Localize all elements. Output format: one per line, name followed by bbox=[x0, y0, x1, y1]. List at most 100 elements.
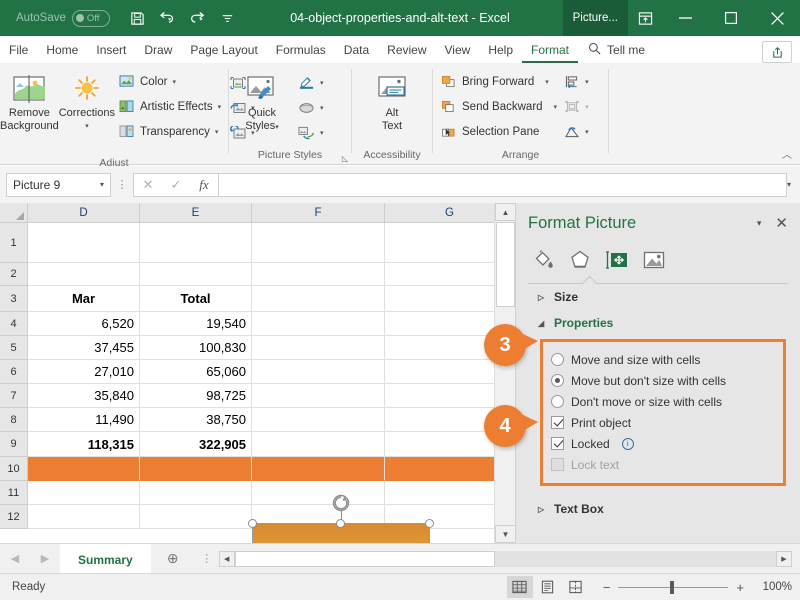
chevron-down-icon[interactable]: ▾ bbox=[215, 128, 219, 136]
row-header-4[interactable]: 4 bbox=[0, 312, 28, 336]
row-header-11[interactable]: 11 bbox=[0, 481, 28, 505]
selection-pane-button[interactable]: Selection Pane bbox=[437, 119, 560, 144]
info-icon[interactable]: i bbox=[621, 437, 634, 450]
redo-icon[interactable] bbox=[184, 5, 212, 31]
cell-E2[interactable] bbox=[140, 263, 252, 286]
chevron-down-icon[interactable]: ▾ bbox=[172, 78, 176, 86]
normal-view-icon[interactable] bbox=[506, 576, 533, 598]
chevron-down-icon[interactable]: ▾ bbox=[545, 78, 549, 86]
cell-F2[interactable] bbox=[252, 263, 385, 286]
cell-D10[interactable] bbox=[28, 457, 140, 481]
cell-D4[interactable]: 6,520 bbox=[28, 312, 140, 336]
cell-E8[interactable]: 38,750 bbox=[140, 408, 252, 432]
picture-border-button[interactable]: ▾ bbox=[295, 70, 327, 95]
undo-icon[interactable] bbox=[154, 5, 182, 31]
quick-styles-button[interactable]: Quick Styles▾ bbox=[229, 67, 295, 134]
cell-F8[interactable] bbox=[252, 408, 385, 432]
pane-section-size[interactable]: ▷ Size bbox=[516, 284, 800, 310]
cell-E11[interactable] bbox=[140, 481, 252, 505]
send-backward-button[interactable]: Send Backward ▾ bbox=[437, 94, 560, 119]
checkbox-icon-checked[interactable] bbox=[551, 416, 564, 429]
tab-view[interactable]: View bbox=[436, 37, 480, 63]
pane-section-text-box[interactable]: ▷ Text Box bbox=[516, 496, 800, 522]
fill-and-line-icon[interactable] bbox=[530, 247, 556, 273]
select-all-corner[interactable] bbox=[0, 203, 28, 223]
checkbox-locked[interactable]: Locked i bbox=[551, 433, 775, 454]
page-break-preview-icon[interactable] bbox=[563, 576, 589, 598]
tab-data[interactable]: Data bbox=[335, 37, 378, 63]
tab-file[interactable]: File bbox=[0, 37, 37, 63]
tell-me-search[interactable]: Tell me bbox=[588, 37, 645, 63]
group-objects-button[interactable]: ▾ bbox=[560, 94, 592, 119]
chevron-down-icon[interactable]: ▾ bbox=[85, 120, 89, 133]
tab-draw[interactable]: Draw bbox=[135, 37, 181, 63]
column-header-F[interactable]: F bbox=[252, 203, 385, 223]
cell-F7[interactable] bbox=[252, 384, 385, 408]
zoom-out-icon[interactable]: − bbox=[603, 580, 611, 595]
column-header-E[interactable]: E bbox=[140, 203, 252, 223]
zoom-slider-track[interactable] bbox=[618, 580, 729, 594]
resize-handle-ne[interactable] bbox=[425, 519, 434, 528]
chevron-down-icon[interactable]: ▾ bbox=[320, 129, 324, 137]
cell-D7[interactable]: 35,840 bbox=[28, 384, 140, 408]
scroll-down-icon[interactable]: ▼ bbox=[495, 525, 516, 543]
expand-formula-bar-icon[interactable]: ▾ bbox=[787, 180, 794, 189]
radio-move-no-size[interactable]: Move but don't size with cells bbox=[551, 370, 775, 391]
formula-bar-grip[interactable]: ⋮ bbox=[111, 178, 133, 191]
cell-E1[interactable] bbox=[140, 223, 252, 263]
cell-D5[interactable]: 37,455 bbox=[28, 336, 140, 360]
row-header-9[interactable]: 9 bbox=[0, 432, 28, 457]
cell-D1[interactable] bbox=[28, 223, 140, 263]
customize-qat-icon[interactable] bbox=[214, 5, 242, 31]
horizontal-scroll-thumb[interactable] bbox=[234, 550, 495, 567]
formula-input[interactable] bbox=[218, 172, 787, 197]
picture-context-button[interactable]: Picture... bbox=[562, 0, 628, 36]
cell-F3[interactable] bbox=[252, 286, 385, 312]
share-button[interactable] bbox=[762, 41, 792, 63]
ribbon-display-options-icon[interactable] bbox=[628, 0, 662, 36]
transparency-button[interactable]: Transparency ▾ bbox=[115, 119, 224, 144]
cell-D8[interactable]: 11,490 bbox=[28, 408, 140, 432]
tab-formulas[interactable]: Formulas bbox=[267, 37, 335, 63]
checkbox-print-object[interactable]: Print object bbox=[551, 412, 775, 433]
save-icon[interactable] bbox=[124, 5, 152, 31]
row-header-2[interactable]: 2 bbox=[0, 263, 28, 286]
cell-F5[interactable] bbox=[252, 336, 385, 360]
autosave-toggle[interactable]: Off bbox=[71, 9, 110, 27]
cell-F1[interactable] bbox=[252, 223, 385, 263]
selected-picture-object[interactable]: EMAIL AGENT bbox=[248, 494, 434, 543]
vertical-scroll-thumb[interactable] bbox=[496, 222, 515, 307]
horizontal-scroll-track[interactable] bbox=[234, 550, 776, 567]
cell-E9[interactable]: 322,905 bbox=[140, 432, 252, 457]
chevron-down-icon[interactable]: ▾ bbox=[554, 103, 558, 111]
resize-handle-nw[interactable] bbox=[248, 519, 257, 528]
cell-E7[interactable]: 98,725 bbox=[140, 384, 252, 408]
cell-D11[interactable] bbox=[28, 481, 140, 505]
radio-icon-selected[interactable] bbox=[551, 374, 564, 387]
page-layout-view-icon[interactable] bbox=[535, 576, 561, 598]
tab-home[interactable]: Home bbox=[37, 37, 87, 63]
cell-F10[interactable] bbox=[252, 457, 385, 481]
alt-text-button[interactable]: Alt Text bbox=[359, 67, 425, 133]
chevron-down-icon[interactable]: ▾ bbox=[320, 79, 324, 87]
sheet-tab-summary[interactable]: Summary bbox=[60, 544, 151, 573]
chevron-down-icon[interactable]: ▾ bbox=[585, 128, 589, 136]
effects-icon[interactable] bbox=[567, 247, 593, 273]
bring-forward-button[interactable]: Bring Forward ▾ bbox=[437, 69, 560, 94]
row-header-8[interactable]: 8 bbox=[0, 408, 28, 432]
tab-format[interactable]: Format bbox=[522, 37, 579, 63]
confirm-entry-icon[interactable]: ✓ bbox=[162, 177, 190, 193]
column-header-D[interactable]: D bbox=[28, 203, 140, 223]
next-sheet-icon[interactable]: ▶ bbox=[30, 552, 60, 565]
cell-D12[interactable] bbox=[28, 505, 140, 529]
name-box[interactable]: Picture 9 ▾ bbox=[6, 172, 111, 197]
picture-effects-button[interactable]: ▾ bbox=[295, 95, 327, 120]
row-header-6[interactable]: 6 bbox=[0, 360, 28, 384]
corrections-button[interactable]: Corrections ▾ bbox=[59, 67, 115, 133]
cell-E10[interactable] bbox=[140, 457, 252, 481]
chevron-down-icon[interactable]: ▾ bbox=[100, 180, 104, 189]
zoom-control[interactable]: − + bbox=[603, 580, 744, 595]
cell-D3[interactable]: Mar bbox=[28, 286, 140, 312]
cancel-entry-icon[interactable]: ✕ bbox=[134, 177, 162, 193]
cell-D6[interactable]: 27,010 bbox=[28, 360, 140, 384]
